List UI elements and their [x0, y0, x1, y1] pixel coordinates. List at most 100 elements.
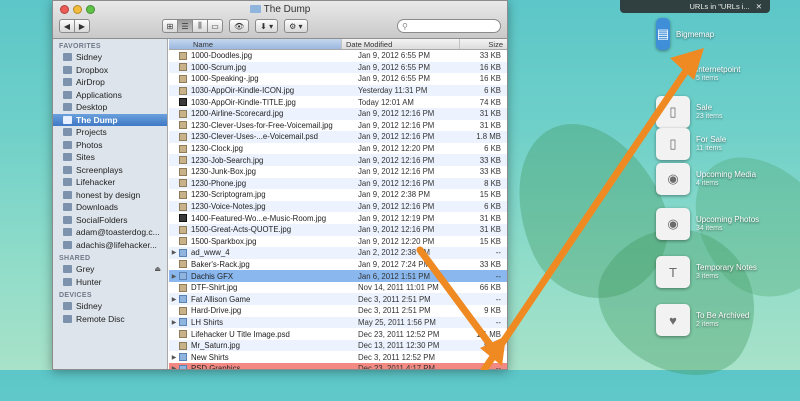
disclosure-triangle-icon[interactable]: ▶ [169, 273, 179, 280]
sidebar-heading: SHARED [59, 255, 91, 262]
file-row[interactable]: 1030-AppOir-Kindle-ICON.jpg Yesterday 11:… [169, 84, 507, 97]
file-row[interactable]: 1230-Clock.jpg Jan 9, 2012 12:20 PM 6 KB [169, 143, 507, 155]
file-row[interactable]: ▶ New Shirts Dec 3, 2011 12:52 PM -- [169, 351, 507, 363]
coverflow-view-button[interactable]: ▭ [207, 19, 223, 33]
sidebar-item-label: Sites [76, 152, 95, 163]
stack-item[interactable]: T Temporary Notes 3 items [656, 256, 757, 288]
list-view-button[interactable]: ☰ [177, 19, 193, 33]
file-size: -- [495, 352, 501, 362]
file-row[interactable]: 1230-Job-Search.jpg Jan 9, 2012 12:16 PM 3… [169, 154, 507, 166]
file-row[interactable]: 1230-Clever-Uses-for-Free-Voicemail.jpg J… [169, 120, 507, 132]
file-row[interactable]: Mr_Saturn.jpg Dec 13, 2011 12:30 PM 9 KB [169, 339, 507, 352]
sidebar-item[interactable]: Applications [53, 89, 167, 102]
eject-icon[interactable]: ⏏ [154, 265, 161, 273]
file-date: Jan 9, 2012 12:20 PM [358, 236, 435, 246]
stack-item[interactable]: ♥ To Be Archived 2 items [656, 304, 749, 336]
sidebar-item[interactable]: Projects [53, 126, 167, 139]
date-column-header[interactable]: Date Modified [342, 39, 460, 49]
quick-look-button[interactable]: 👁 [229, 19, 250, 33]
folder-icon [63, 228, 72, 237]
sidebar-item[interactable]: Sidney [53, 51, 167, 64]
file-row[interactable]: DTF-Shirt.jpg Nov 14, 2011 11:01 PM 66 KB [169, 282, 507, 294]
stack-item[interactable]: ▯ For Sale 11 items [656, 128, 726, 160]
disclosure-triangle-icon[interactable]: ▶ [169, 249, 179, 256]
sidebar-item[interactable]: Remote Disc [53, 313, 167, 326]
file-icon [179, 74, 187, 83]
file-row[interactable]: ▶ Dachis GFX Jan 6, 2012 1:51 PM -- [169, 270, 507, 282]
file-row[interactable]: ▶ LH Shirts May 25, 2011 1:56 PM -- [169, 316, 507, 329]
file-name: 1000-Speaking-.jpg [191, 74, 259, 84]
search-field[interactable]: ⚲ [397, 19, 501, 33]
sidebar-item[interactable]: Hunter [53, 276, 167, 289]
file-size: 6 KB [484, 202, 501, 212]
stack-item[interactable]: ▯ Sale 23 items [656, 96, 722, 128]
disclosure-triangle-icon[interactable]: ▶ [169, 354, 179, 361]
file-date: Jan 9, 2012 12:16 PM [358, 120, 435, 130]
sidebar-item[interactable]: Photos [53, 139, 167, 152]
disclosure-triangle-icon[interactable]: ▶ [169, 296, 179, 303]
file-row[interactable]: 1000-Doodles.jpg Jan 9, 2012 6:55 PM 33 KB [169, 50, 507, 62]
sidebar-item[interactable]: honest by design [53, 189, 167, 202]
file-row[interactable]: ▶ ad_www_4 Jan 2, 2012 2:38 PM -- [169, 247, 507, 259]
file-icon [179, 306, 187, 315]
stack-item-text: To Be Archived 2 items [696, 311, 749, 329]
sidebar-item[interactable]: Desktop [53, 101, 167, 114]
file-row[interactable]: ▶ PSD Graphics Dec 23, 2011 4:17 PM -- [169, 363, 507, 369]
forward-button[interactable]: ▶ [74, 19, 90, 33]
sidebar-item[interactable]: SocialFolders [53, 214, 167, 227]
file-row[interactable]: 1230-Phone.jpg Jan 9, 2012 12:16 PM 8 KB [169, 177, 507, 190]
file-size: 33 KB [479, 167, 501, 177]
file-row[interactable]: 1200-Airline-Scorecard.jpg Jan 9, 2012 12… [169, 107, 507, 120]
sidebar-item[interactable]: adam@toasterdog.c... [53, 226, 167, 239]
file-row[interactable]: 1500-Sparkbox.jpg Jan 9, 2012 12:20 PM 15 … [169, 236, 507, 248]
file-row[interactable]: 1230-Voice-Notes.jpg Jan 9, 2012 12:16 PM… [169, 200, 507, 213]
sidebar-item[interactable]: Grey ⏏ [53, 263, 167, 276]
action-button[interactable]: ⚙ ▾ [284, 19, 308, 33]
disclosure-triangle-icon[interactable]: ▶ [169, 365, 179, 369]
sidebar-item[interactable]: adachis@lifehacker... [53, 239, 167, 252]
file-row[interactable]: Baker's-Rack.jpg Jan 9, 2012 7:24 PM 33 KB [169, 259, 507, 271]
file-row[interactable]: 1230-Clever-Uses-...e-Voicemail.psd Jan 9… [169, 131, 507, 143]
sidebar-item-label: Hunter [76, 276, 102, 287]
disclosure-triangle-icon[interactable]: ▶ [169, 319, 179, 326]
file-row[interactable]: ▶ Fat Allison Game Dec 3, 2011 2:51 PM -- [169, 293, 507, 306]
file-row[interactable]: 1500-Great-Acts-QUOTE.jpg Jan 9, 2012 12:… [169, 223, 507, 236]
stack-item-title: Upcoming Photos [696, 215, 760, 224]
file-row[interactable]: Hard-Drive.jpg Dec 3, 2011 2:51 PM 9 KB [169, 305, 507, 317]
sidebar-item[interactable]: AirDrop [53, 76, 167, 89]
stack-item[interactable]: ◉ Upcoming Photos 34 items [656, 208, 759, 240]
sidebar-item[interactable]: Sites [53, 151, 167, 164]
file-date: Nov 14, 2011 11:01 PM [358, 283, 439, 293]
icon-view-button[interactable]: ⊞ [162, 19, 178, 33]
dropbox-button[interactable]: ⬇ ▾ [255, 19, 279, 33]
file-row[interactable]: 1230-Junk-Box.jpg Jan 9, 2012 12:16 PM 33 … [169, 166, 507, 178]
size-column-header[interactable]: Size [460, 39, 507, 49]
sidebar-item[interactable]: The Dump [53, 113, 167, 126]
file-size: 33 KB [479, 155, 501, 165]
file-row[interactable]: 1400-Featured-Wo...e-Music-Room.jpg Jan 9… [169, 212, 507, 224]
stack-item[interactable]: ▤ Bigmemap [656, 18, 714, 50]
file-row[interactable]: 1230-Scriptogram.jpg Jan 9, 2012 2:38 PM 1… [169, 189, 507, 201]
sidebar-item[interactable]: Screenplays [53, 164, 167, 177]
sidebar-item[interactable]: Dropbox [53, 64, 167, 77]
file-row[interactable]: 1000-Speaking-.jpg Jan 9, 2012 6:55 PM 16 … [169, 73, 507, 85]
stack-item[interactable]: Internetpoint 5 items [656, 58, 740, 90]
sidebar-item[interactable]: Downloads [53, 201, 167, 214]
file-name: 1030-AppOir-Kindle-TITLE.jpg [191, 97, 296, 107]
sidebar-item[interactable]: Lifehacker [53, 176, 167, 189]
file-row[interactable]: 1000-Scrum.jpg Jan 9, 2012 6:55 PM 16 KB [169, 61, 507, 74]
name-column-header[interactable]: Name [169, 39, 342, 49]
file-date: Jan 9, 2012 12:16 PM [358, 109, 435, 119]
toolbar: ◀ ▶ ⊞ ☰ ⫼ ▭ 👁 ⬇ ▾ ⚙ ▾ ⚲ [59, 18, 501, 34]
back-button[interactable]: ◀ [59, 19, 75, 33]
stack-item[interactable]: ◉ Upcoming Media 4 items [656, 163, 756, 195]
stack-item-text: Internetpoint 5 items [696, 65, 740, 83]
file-row[interactable]: Lifehacker U Title Image.psd Dec 23, 2011… [169, 328, 507, 340]
file-row[interactable]: 1030-AppOir-Kindle-TITLE.jpg Today 12:01 … [169, 96, 507, 108]
popup-close-icon[interactable]: ✕ [756, 2, 762, 11]
file-date: Jan 9, 2012 12:16 PM [358, 167, 435, 177]
sidebar-item[interactable]: Sidney [53, 300, 167, 313]
file-size: 6 KB [484, 144, 501, 154]
column-view-button[interactable]: ⫼ [192, 19, 208, 33]
sidebar-item-label: Dropbox [76, 64, 109, 75]
